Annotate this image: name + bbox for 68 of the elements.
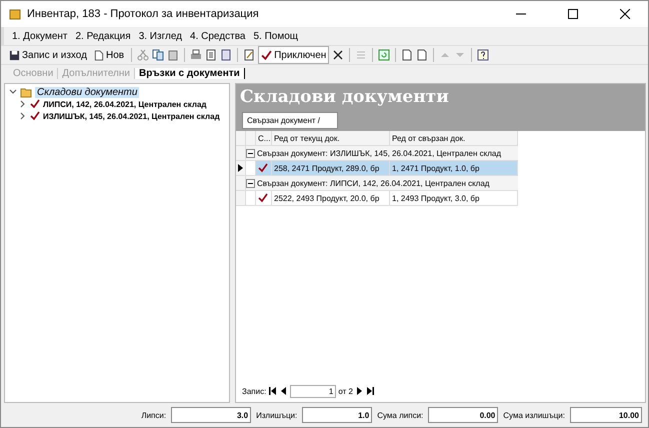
page-icon xyxy=(94,50,104,60)
menu-item[interactable]: 4. Средства xyxy=(190,30,246,42)
record-label: Запис: xyxy=(242,386,266,396)
total-field[interactable]: 1.0 xyxy=(302,407,372,423)
window-title: Инвентар, 183 - Протокол за инвентаризация xyxy=(27,8,260,20)
header-cell[interactable]: С... xyxy=(256,131,272,146)
first-record-button[interactable] xyxy=(268,386,278,396)
app-icon xyxy=(9,8,21,20)
copy-icon[interactable] xyxy=(152,49,164,61)
help-icon[interactable] xyxy=(477,49,490,61)
paste-icon[interactable] xyxy=(167,49,180,61)
collapse-icon[interactable] xyxy=(246,178,255,188)
total-field[interactable]: 10.00 xyxy=(570,407,642,423)
indent-cell xyxy=(246,191,256,206)
group-label: Свързан документ: ЛИПСИ, 142, 26.04.2021, Централен склад xyxy=(257,178,490,188)
page-icon[interactable] xyxy=(401,49,414,61)
tree-item[interactable]: ЛИПСИ, 142, 26.04.2021, Централен склад xyxy=(43,100,206,108)
new-button[interactable]: Нов xyxy=(92,46,126,64)
total-label: Излишъци: xyxy=(256,410,298,420)
document-icon[interactable] xyxy=(205,49,218,61)
chevron-icon[interactable] xyxy=(19,112,27,120)
chevron-icon[interactable] xyxy=(9,88,17,96)
group-chip[interactable]: Свързан документ / xyxy=(242,112,338,128)
table-cell: 1, 2471 Продукт, 1.0, бр xyxy=(390,161,518,176)
row-pointer-icon xyxy=(238,164,243,172)
menu-item[interactable]: 5. Помощ xyxy=(253,30,298,42)
close-icon[interactable] xyxy=(332,49,344,61)
previous-record-button[interactable] xyxy=(279,386,288,396)
checkmark-icon xyxy=(261,50,272,60)
save-exit-button[interactable]: Запис и изход xyxy=(7,46,89,64)
menu-item[interactable]: 3. Изглед xyxy=(138,30,182,42)
page-icon[interactable] xyxy=(416,49,428,61)
printer-icon[interactable] xyxy=(190,49,202,61)
tab[interactable]: Връзки с документи xyxy=(135,68,245,78)
close-icon xyxy=(620,9,630,19)
group-row[interactable]: Свързан документ: ЛИПСИ, 142, 26.04.2021, Централен склад xyxy=(246,176,518,191)
header-cell xyxy=(246,131,256,146)
table-cell: 258, 2471 Продукт, 289.0, бр xyxy=(272,161,390,176)
menu-item[interactable]: 2. Редакция xyxy=(75,30,131,42)
total-field[interactable]: 0.00 xyxy=(428,407,498,423)
tree-item[interactable]: ИЗЛИШЪК, 145, 26.04.2021, Централен склад xyxy=(43,112,220,120)
total-label: Липси: xyxy=(141,410,166,420)
next-record-button[interactable] xyxy=(354,386,364,396)
table-cell: 1, 2493 Продукт, 3.0, бр xyxy=(390,191,518,206)
header-cell[interactable]: Ред от свързан док. xyxy=(390,131,518,146)
header-cell[interactable]: Ред от текущ док. xyxy=(272,131,390,146)
folder-icon xyxy=(20,86,32,98)
last-record-button[interactable] xyxy=(366,386,375,396)
chevron-icon[interactable] xyxy=(19,100,27,108)
collapse-icon[interactable] xyxy=(246,148,255,158)
document-icon[interactable] xyxy=(220,49,232,61)
check-cell[interactable] xyxy=(256,161,272,176)
group-row[interactable]: Свързан документ: ИЗЛИШЪК, 145, 26.04.2021, Централен склад xyxy=(246,146,518,161)
closed-toggle[interactable]: Приключен xyxy=(258,46,330,64)
record-field[interactable]: 1 xyxy=(290,384,336,398)
table-cell: 2522, 2493 Продукт, 20.0, бр xyxy=(272,191,390,206)
panel-title: Складови документи xyxy=(240,86,449,106)
total-field[interactable]: 3.0 xyxy=(171,407,252,423)
total-label: Сума липси: xyxy=(377,410,424,420)
record-total: от 2 xyxy=(338,386,353,396)
check-cell[interactable] xyxy=(256,191,272,206)
total-label: Сума излишъци: xyxy=(503,410,565,420)
group-label: Свързан документ: ИЗЛИШЪК, 145, 26.04.2021, Централен склад xyxy=(257,148,501,158)
menu-item[interactable]: 1. Документ xyxy=(12,30,68,42)
refresh-icon[interactable] xyxy=(378,49,390,61)
tree-item[interactable]: Складови документи xyxy=(35,86,140,98)
edit-document-icon[interactable] xyxy=(243,49,256,61)
maximize-icon xyxy=(568,9,578,19)
